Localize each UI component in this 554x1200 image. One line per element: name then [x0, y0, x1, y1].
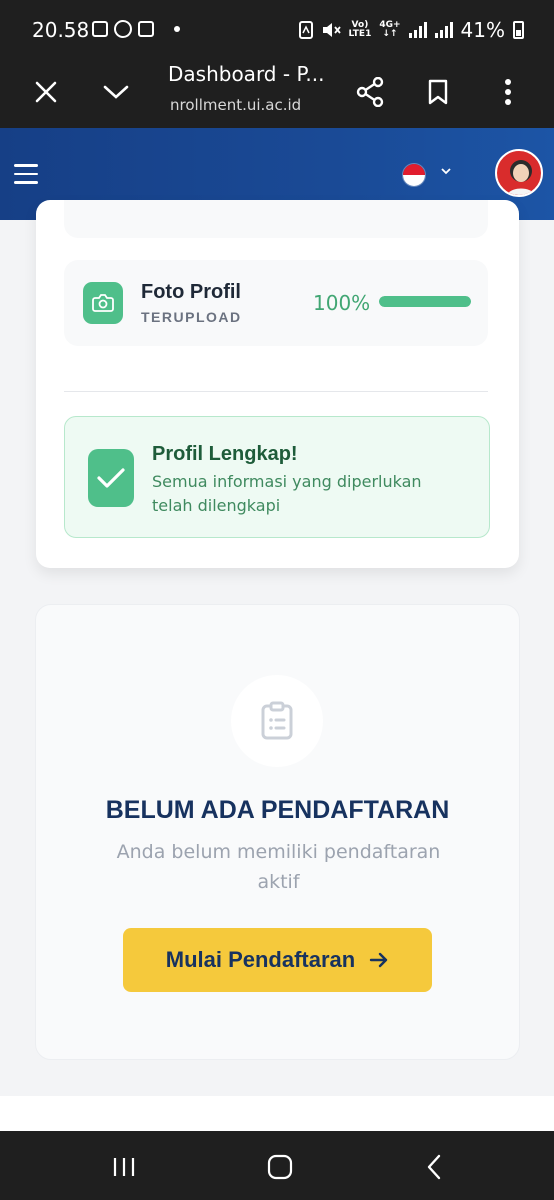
indonesia-flag-icon[interactable] — [402, 163, 426, 187]
profile-item-status: TERUPLOAD — [141, 309, 242, 325]
signal-2-icon — [434, 22, 453, 38]
more-notifications-dot-icon — [174, 26, 180, 32]
chevron-down-icon — [103, 85, 129, 99]
previous-profile-item — [64, 200, 488, 238]
profile-item-title: Foto Profil — [141, 281, 241, 303]
gallery-icon — [92, 21, 108, 37]
bookmark-button[interactable] — [416, 70, 460, 114]
profile-complete-alert: Profil Lengkap! Semua informasi yang dip… — [64, 416, 490, 538]
profile-item-photo: Foto Profil TERUPLOAD 100% — [64, 260, 488, 346]
system-nav-bar — [0, 1131, 554, 1200]
battery-percent: 41% — [460, 18, 505, 42]
start-registration-label: Mulai Pendaftaran — [165, 947, 356, 972]
empty-state-description: Anda belum memiliki pendaftaran aktif — [116, 841, 441, 893]
profile-card: Foto Profil TERUPLOAD 100% Profil Lengka… — [36, 200, 519, 568]
check-icon — [88, 449, 134, 507]
close-tab-button[interactable] — [24, 70, 68, 114]
profile-complete-title: Profil Lengkap! — [152, 443, 298, 465]
battery-icon — [513, 21, 524, 39]
user-avatar[interactable] — [495, 149, 543, 197]
clipboard-icon — [231, 675, 323, 767]
network-type-indicator: 4G+ ↓↑ — [379, 20, 401, 39]
share-icon — [356, 77, 384, 107]
status-right: Vo) LTE1 4G+ ↓↑ 41% — [298, 18, 524, 42]
camera-icon — [83, 282, 123, 324]
back-button[interactable] — [416, 1151, 452, 1183]
browser-toolbar: Dashboard - P... nrollment.ui.ac.id — [0, 58, 554, 128]
close-icon — [35, 81, 57, 103]
checkbox-notification-icon — [138, 21, 154, 37]
arrow-right-icon — [370, 952, 388, 968]
divider — [64, 391, 488, 392]
avatar-person-icon — [506, 160, 536, 195]
status-time: 20.58 — [32, 18, 90, 42]
profile-item-percent: 100% — [313, 291, 371, 315]
recent-apps-icon — [113, 1158, 135, 1176]
signal-icon — [408, 22, 427, 38]
notification-icons — [92, 20, 180, 38]
bookmark-icon — [428, 79, 448, 105]
start-registration-button[interactable]: Mulai Pendaftaran — [123, 928, 432, 992]
mute-icon — [322, 23, 341, 37]
menu-icon[interactable] — [14, 164, 38, 184]
back-icon — [427, 1154, 441, 1180]
home-button[interactable] — [262, 1151, 298, 1183]
recent-apps-button[interactable] — [106, 1151, 142, 1183]
page-url[interactable]: nrollment.ui.ac.id — [170, 96, 301, 114]
status-bar: 20.58 Vo) LTE1 4G+ ↓↑ 41% — [0, 0, 554, 58]
profile-item-progress-bar — [379, 296, 471, 307]
nfc-icon — [298, 21, 313, 39]
home-icon — [267, 1154, 293, 1180]
progress-fill — [379, 296, 471, 307]
empty-state-title: BELUM ADA PENDAFTARAN — [105, 796, 450, 824]
page-footer — [0, 1096, 554, 1131]
profile-complete-description: Semua informasi yang diperlukan telah di… — [152, 472, 422, 515]
page-title: Dashboard - P... — [168, 62, 325, 86]
share-button[interactable] — [348, 70, 392, 114]
more-vertical-icon — [505, 79, 511, 105]
app-notification-icon — [114, 20, 132, 38]
minimize-button[interactable] — [94, 70, 138, 114]
empty-registration-panel: BELUM ADA PENDAFTARAN Anda belum memilik… — [35, 604, 520, 1060]
more-options-button[interactable] — [486, 70, 530, 114]
volte-indicator: Vo) LTE1 — [348, 20, 372, 39]
language-chevron-down-icon[interactable] — [440, 166, 452, 176]
